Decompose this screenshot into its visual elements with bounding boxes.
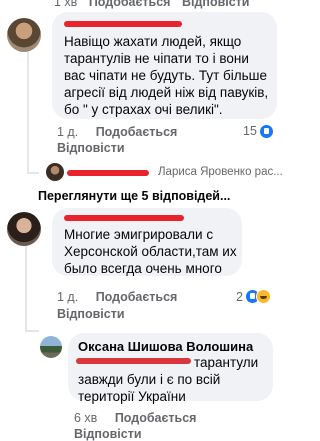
comment-bubble-3: Оксана Шишова Волошина тарантули завжди …	[68, 333, 273, 404]
reply-link[interactable]: Відповісти	[74, 427, 142, 441]
like-link[interactable]: Подобається	[96, 290, 178, 304]
thread-branch	[25, 330, 39, 332]
top-like-link[interactable]: Подобається	[89, 0, 171, 9]
reaction-count-1[interactable]: 15	[243, 124, 273, 138]
avatar[interactable]	[7, 18, 41, 52]
comment-actions-3: 6 хв Подобається	[74, 411, 197, 425]
thread-line	[25, 245, 27, 330]
avatar[interactable]	[40, 336, 62, 358]
redacted-author[interactable]	[67, 170, 149, 176]
avatar[interactable]	[7, 212, 41, 246]
reply-link[interactable]: Відповісти	[57, 307, 125, 321]
like-link[interactable]: Подобається	[96, 125, 178, 139]
reply-preview-author[interactable]: Лариса Яровенко рас...	[158, 166, 283, 178]
thread-line	[27, 52, 29, 172]
comment-bubble-2: Многие эмигрировали с Херсонской области…	[52, 208, 242, 276]
comment-bubble-1: Навіщо жахати людей, якщо тарантулів не …	[52, 12, 277, 119]
redacted-author[interactable]	[64, 21, 182, 27]
redacted-author[interactable]	[64, 215, 184, 221]
comment-author[interactable]: Оксана Шишова Волошина	[78, 339, 253, 354]
haha-reaction-icon	[255, 289, 271, 304]
top-reply-link[interactable]: Відповісти	[182, 0, 250, 9]
like-link[interactable]: Подобається	[115, 411, 197, 425]
top-meta: 1 хв Подобається Відповісти	[54, 0, 250, 9]
avatar[interactable]	[46, 163, 64, 181]
comment-actions-1: 1 д. Подобається	[57, 125, 178, 139]
thread-branch	[27, 172, 39, 174]
reply-link[interactable]: Відповісти	[57, 141, 125, 155]
comment-text: Навіщо жахати людей, якщо тарантулів не …	[64, 34, 269, 117]
view-more-replies[interactable]: Переглянути ще 5 відповідей...	[38, 189, 230, 203]
reaction-count-2[interactable]: 2	[236, 289, 271, 304]
like-reaction-icon	[259, 124, 273, 138]
comment-actions-2: 1 д. Подобається	[57, 290, 178, 304]
comment-text: тарантули завжди були і є по всій терито…	[78, 355, 259, 404]
comment-text: Многие эмигрировали с Херсонской области…	[64, 227, 237, 276]
